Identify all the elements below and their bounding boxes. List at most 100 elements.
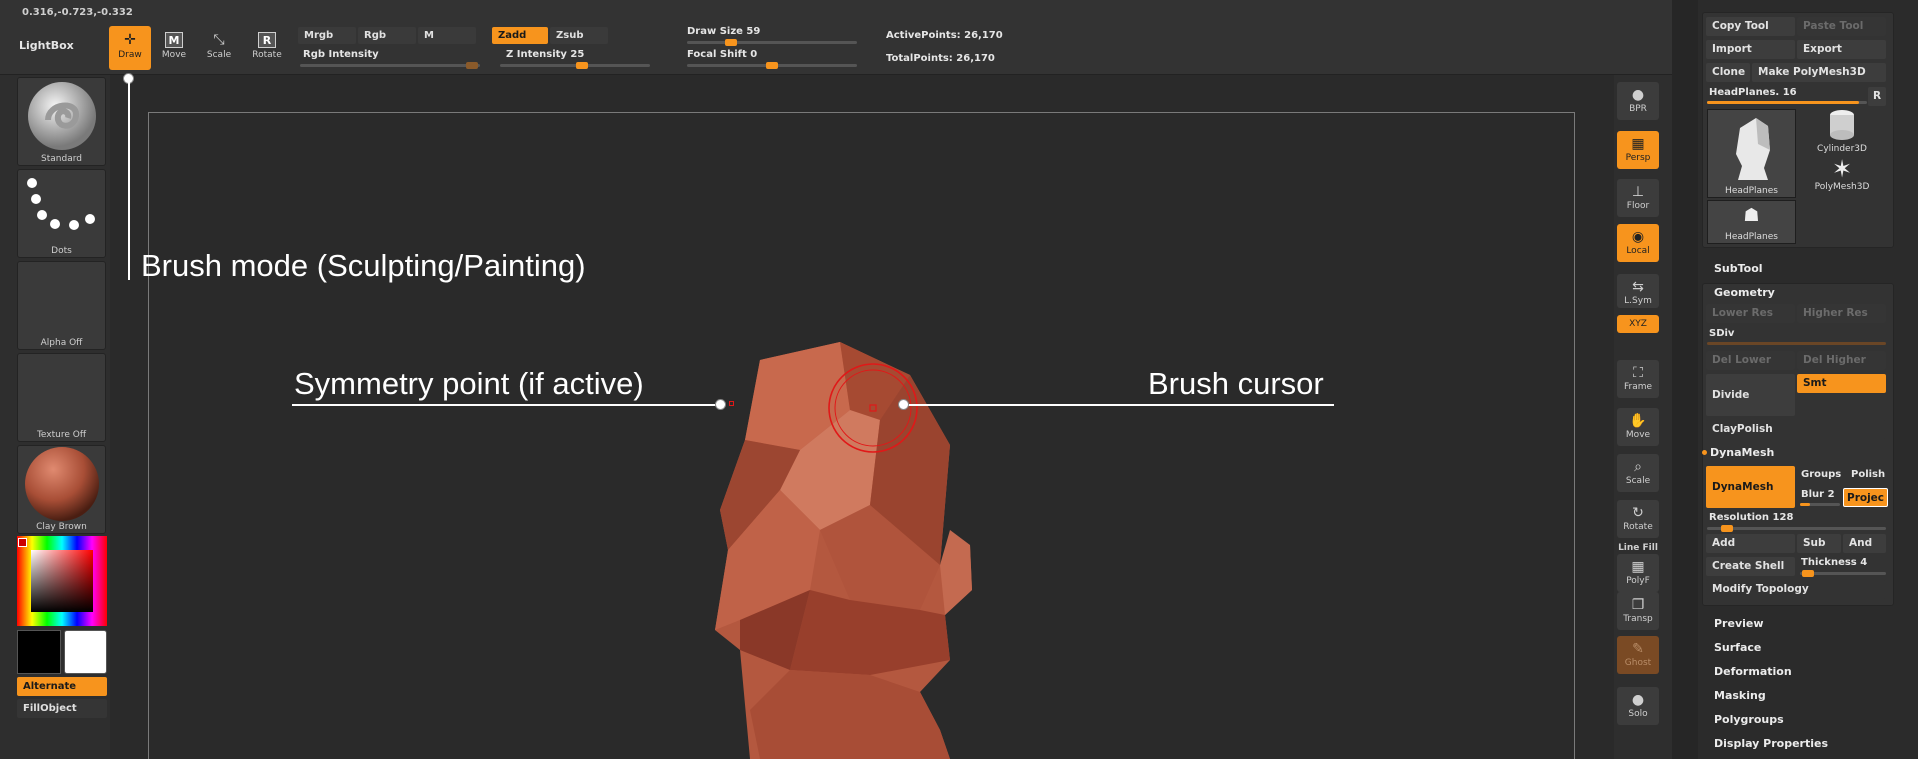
head-small-icon: ☗ [1743, 205, 1760, 226]
sdiv-slider[interactable] [1707, 342, 1886, 345]
main-color-swatch[interactable] [64, 630, 107, 674]
ghost-icon: ✎ [1632, 641, 1644, 657]
polyframe-icon: ▦ [1631, 559, 1645, 575]
create-shell-button[interactable]: Create Shell [1706, 557, 1795, 576]
line-fill-label[interactable]: Line Fill [1617, 543, 1659, 553]
ghost-button[interactable]: ✎ Ghost [1617, 636, 1659, 674]
z-intensity-slider[interactable] [500, 62, 650, 69]
scale-view-button[interactable]: ⌕ Scale [1617, 454, 1659, 492]
rgb-intensity-slider[interactable] [300, 62, 480, 69]
dynamesh-section[interactable]: DynaMesh [1710, 446, 1774, 459]
move-label: Move [161, 50, 187, 60]
brush-thumbnail[interactable]: Standard [17, 77, 106, 166]
move-icon: M [165, 32, 183, 48]
headplanes-slider[interactable] [1707, 101, 1867, 104]
deformation-section[interactable]: Deformation [1714, 665, 1792, 678]
dynamesh-button[interactable]: DynaMesh [1706, 466, 1795, 508]
rotate-view-button[interactable]: ↻ Rotate [1617, 500, 1659, 538]
preview-section[interactable]: Preview [1714, 617, 1764, 630]
tool-headplanes-thumb[interactable]: HeadPlanes [1707, 109, 1796, 198]
lsym-button[interactable]: ⇆ L.Sym [1617, 274, 1659, 308]
divide-button[interactable]: Divide [1706, 374, 1795, 416]
subtool-section[interactable]: SubTool [1714, 262, 1763, 275]
clone-button[interactable]: Clone [1706, 63, 1750, 82]
tool-headplanes-small-thumb[interactable]: ☗ HeadPlanes [1707, 200, 1796, 244]
zsub-button[interactable]: Zsub [550, 27, 608, 44]
blur-slider[interactable] [1800, 503, 1840, 506]
draw-button[interactable]: ✛ Draw [109, 26, 151, 70]
rgb-button[interactable]: Rgb [358, 27, 416, 44]
draw-size-slider[interactable] [687, 39, 857, 46]
rotate-button[interactable]: R Rotate [246, 26, 288, 70]
polyframe-button[interactable]: ▦ PolyF [1617, 554, 1659, 592]
copy-tool-button[interactable]: Copy Tool [1706, 17, 1795, 36]
frame-button[interactable]: ⛶ Frame [1617, 360, 1659, 398]
draw-label: Draw [118, 50, 142, 60]
move-view-button[interactable]: ✋ Move [1617, 408, 1659, 446]
del-lower-button[interactable]: Del Lower [1706, 351, 1795, 370]
floor-icon: ⊥ [1631, 184, 1645, 200]
stroke-thumbnail[interactable]: Dots [17, 169, 106, 258]
export-button[interactable]: Export [1797, 40, 1886, 59]
surface-section[interactable]: Surface [1714, 641, 1761, 654]
polygroups-section[interactable]: Polygroups [1714, 713, 1784, 726]
mrgb-button[interactable]: Mrgb [298, 27, 356, 44]
solo-button[interactable]: ● Solo [1617, 687, 1659, 725]
tool-polymesh-thumb[interactable]: ✶ PolyMesh3D [1798, 156, 1886, 200]
focal-shift-slider[interactable] [687, 62, 857, 69]
scale-button[interactable]: ⤡ Scale [198, 26, 240, 70]
resolution-slider[interactable] [1707, 525, 1886, 532]
local-button[interactable]: ◉ Local [1617, 224, 1659, 262]
sub-button[interactable]: Sub [1797, 534, 1841, 553]
material-name: Clay Brown [36, 522, 87, 532]
color-swap-icon[interactable] [18, 538, 27, 547]
stroke-name: Dots [51, 246, 72, 256]
paste-tool-button[interactable]: Paste Tool [1797, 17, 1886, 36]
polish-toggle[interactable]: Polish [1851, 469, 1885, 480]
fillobject-button[interactable]: FillObject [17, 699, 107, 718]
thickness-slider[interactable] [1800, 570, 1886, 577]
zadd-button[interactable]: Zadd [492, 27, 548, 44]
color-picker-sv[interactable] [31, 550, 93, 612]
tool-headplanes-label: HeadPlanes [1725, 186, 1778, 196]
project-button[interactable]: Projec [1843, 488, 1888, 507]
persp-button[interactable]: ▦ Persp [1617, 131, 1659, 169]
alpha-thumbnail[interactable]: Alpha Off [17, 261, 106, 350]
modify-topology-button[interactable]: Modify Topology [1706, 580, 1886, 599]
import-button[interactable]: Import [1706, 40, 1795, 59]
make-polymesh-button[interactable]: Make PolyMesh3D [1752, 63, 1886, 82]
tool-cylinder-thumb[interactable]: Cylinder3D [1798, 109, 1886, 154]
claypolish-button[interactable]: ClayPolish [1706, 420, 1886, 439]
perspective-icon: ▦ [1631, 136, 1645, 152]
secondary-color-swatch[interactable] [17, 630, 61, 674]
move-button[interactable]: M Move [153, 26, 195, 70]
and-button[interactable]: And [1843, 534, 1886, 553]
higher-res-button[interactable]: Higher Res [1797, 304, 1886, 323]
texture-thumbnail[interactable]: Texture Off [17, 353, 106, 442]
masking-section[interactable]: Masking [1714, 689, 1766, 702]
xyz-button[interactable]: XYZ [1617, 315, 1659, 333]
material-thumbnail[interactable]: Clay Brown [17, 445, 106, 534]
alpha-name: Alpha Off [40, 338, 83, 348]
brush-mode-callout: Brush mode (Sculpting/Painting) [141, 248, 586, 283]
bpr-icon: ● [1631, 87, 1645, 103]
floor-button[interactable]: ⊥ Floor [1617, 179, 1659, 217]
add-button[interactable]: Add [1706, 534, 1795, 553]
symmetry-point-marker [729, 401, 734, 406]
sdiv-label: SDiv [1709, 328, 1735, 339]
draw-icon: ✛ [124, 32, 136, 48]
del-higher-button[interactable]: Del Higher [1797, 351, 1886, 370]
geometry-section[interactable]: Geometry [1714, 286, 1775, 299]
m-button[interactable]: M [418, 27, 476, 44]
transp-button[interactable]: ❐ Transp [1617, 592, 1659, 630]
lightbox-button[interactable]: LightBox [19, 39, 74, 52]
r-button[interactable]: R [1868, 87, 1886, 106]
lower-res-button[interactable]: Lower Res [1706, 304, 1795, 323]
smt-button[interactable]: Smt [1797, 374, 1886, 393]
display-properties-section[interactable]: Display Properties [1714, 737, 1828, 750]
groups-toggle[interactable]: Groups [1801, 469, 1841, 480]
bpr-button[interactable]: ● BPR [1617, 82, 1659, 120]
transparency-icon: ❐ [1631, 597, 1645, 613]
alternate-button[interactable]: Alternate [17, 677, 107, 696]
tool-cylinder-label: Cylinder3D [1817, 144, 1867, 154]
